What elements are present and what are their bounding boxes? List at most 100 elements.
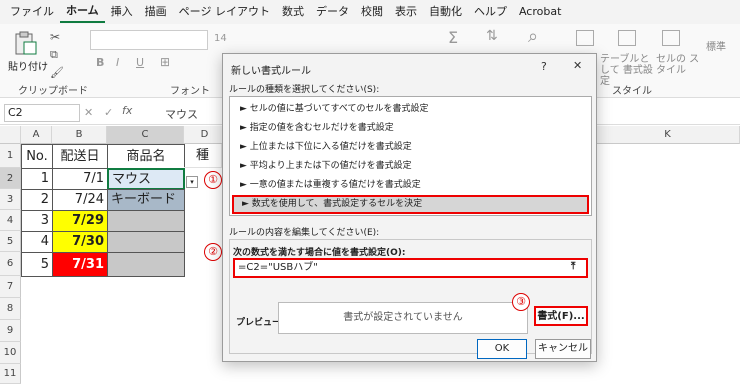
menu-acrobat[interactable]: Acrobat: [513, 0, 567, 24]
autosum-icon[interactable]: Σ: [448, 28, 458, 47]
formula-rule-input[interactable]: =C2="USBハブ": [233, 258, 588, 278]
cell-style-label[interactable]: セルの スタイル: [656, 54, 700, 76]
cell-b6[interactable]: 7/31: [52, 252, 108, 277]
rule-item[interactable]: ► 上位または下位に入る値だけを書式設定: [232, 138, 589, 157]
menu-formulas[interactable]: 数式: [276, 0, 310, 24]
cut-icon[interactable]: ✂: [50, 30, 60, 44]
rule-item[interactable]: ► 一意の値または重複する値だけを書式設定: [232, 176, 589, 195]
row-header[interactable]: 5: [0, 231, 21, 252]
font-group-label: フォント: [170, 86, 210, 97]
number-format-box[interactable]: 標準: [706, 38, 726, 53]
underline-button[interactable]: U: [136, 56, 144, 69]
help-button[interactable]: ?: [541, 60, 547, 73]
font-name-box[interactable]: [90, 30, 208, 50]
bold-button[interactable]: B: [96, 56, 104, 69]
name-box[interactable]: C2: [4, 104, 80, 122]
borders-icon[interactable]: ⊞: [160, 55, 170, 69]
cell-b3[interactable]: 7/24: [52, 189, 108, 211]
row-header[interactable]: 4: [0, 210, 21, 231]
rule-description-panel: 次の数式を満たす場合に値を書式設定(O): =C2="USBハブ" ⤒ プレビュ…: [229, 239, 592, 354]
row-header[interactable]: 6: [0, 252, 21, 276]
cell-c6[interactable]: [107, 252, 185, 277]
step-marker-1: ①: [204, 171, 222, 189]
autofill-options-icon[interactable]: ▾: [186, 176, 198, 188]
rule-item[interactable]: ► 平均より上または下の値だけを書式設定: [232, 157, 589, 176]
row-header[interactable]: 11: [0, 364, 21, 384]
menu-help[interactable]: ヘルプ: [468, 0, 513, 24]
cell-b2[interactable]: 7/1: [52, 168, 108, 190]
row-header[interactable]: 9: [0, 320, 21, 342]
rule-item[interactable]: ► 指定の値を含むセルだけを書式設定: [232, 119, 589, 138]
clipboard-group-label: クリップボード: [18, 86, 88, 97]
menu-insert[interactable]: 挿入: [105, 0, 139, 24]
cell-c5[interactable]: [107, 231, 185, 253]
row-header[interactable]: 2: [0, 168, 21, 189]
paste-icon[interactable]: [12, 30, 38, 56]
close-icon[interactable]: ✕: [573, 59, 582, 72]
menu-automate[interactable]: 自動化: [423, 0, 468, 24]
cell-b5[interactable]: 7/30: [52, 231, 108, 253]
formula-label: 次の数式を満たす場合に値を書式設定(O):: [233, 248, 406, 258]
cell-a5[interactable]: 4: [21, 231, 53, 253]
cell-c4[interactable]: [107, 210, 185, 232]
cell-a1[interactable]: No.: [21, 144, 53, 169]
row-header[interactable]: 8: [0, 298, 21, 320]
cell-a3[interactable]: 2: [21, 189, 53, 211]
font-size-box[interactable]: 14: [214, 33, 227, 44]
cancel-button[interactable]: キャンセル: [535, 339, 591, 359]
table-format-icon[interactable]: [618, 30, 636, 46]
menu-review[interactable]: 校閲: [355, 0, 389, 24]
copy-icon[interactable]: ⧉: [50, 48, 58, 62]
rule-type-label: ルールの種類を選択してください(S):: [229, 85, 380, 95]
column-header-b[interactable]: B: [52, 126, 107, 144]
paste-label[interactable]: 貼り付け: [8, 58, 48, 73]
rule-type-list: ► セルの値に基づいてすべてのセルを書式設定 ► 指定の値を含むセルだけを書式設…: [229, 96, 592, 216]
step-marker-3: ③: [512, 293, 530, 311]
column-header-a[interactable]: A: [21, 126, 52, 144]
row-header[interactable]: 7: [0, 276, 21, 298]
formula-input[interactable]: マウス: [165, 106, 198, 122]
style-group-label: スタイル: [612, 86, 652, 97]
dialog-title: 新しい書式ルール: [231, 66, 311, 77]
menu-page-layout[interactable]: ページ レイアウト: [173, 0, 276, 24]
cancel-icon[interactable]: ✕: [84, 106, 93, 119]
cell-a4[interactable]: 3: [21, 210, 53, 232]
cell-c1[interactable]: 商品名: [107, 144, 185, 169]
cell-c2[interactable]: マウス: [107, 168, 185, 190]
enter-icon[interactable]: ✓: [104, 106, 113, 119]
cell-a6[interactable]: 5: [21, 252, 53, 277]
cell-style-icon[interactable]: [662, 30, 680, 46]
cell-b1[interactable]: 配送日: [52, 144, 108, 169]
cell-a2[interactable]: 1: [21, 168, 53, 190]
row-header[interactable]: 10: [0, 342, 21, 364]
format-painter-icon[interactable]: 🖌: [50, 66, 64, 79]
new-format-rule-dialog: 新しい書式ルール ? ✕ ルールの種類を選択してください(S): ► セルの値に…: [222, 53, 597, 362]
cell-b4[interactable]: 7/29: [52, 210, 108, 232]
conditional-format-icon[interactable]: [576, 30, 594, 46]
rule-item[interactable]: ► セルの値に基づいてすべてのセルを書式設定: [232, 100, 589, 119]
column-header-k[interactable]: K: [596, 126, 740, 144]
row-header[interactable]: 3: [0, 189, 21, 210]
cell-d1[interactable]: 種: [184, 144, 222, 168]
collapse-dialog-icon[interactable]: ⤒: [571, 261, 575, 272]
select-all-corner[interactable]: [0, 126, 21, 144]
cell-c3[interactable]: キーボード: [107, 189, 185, 211]
rule-item-selected[interactable]: ► 数式を使用して、書式設定するセルを決定: [232, 195, 589, 214]
fx-button[interactable]: fx: [122, 104, 132, 117]
menu-draw[interactable]: 描画: [139, 0, 173, 24]
menu-file[interactable]: ファイル: [4, 0, 60, 24]
italic-button[interactable]: I: [116, 56, 119, 69]
menu-data[interactable]: データ: [310, 0, 355, 24]
row-header[interactable]: 1: [0, 144, 21, 168]
ok-button[interactable]: OK: [477, 339, 527, 359]
column-header-d[interactable]: D: [184, 126, 226, 144]
format-button[interactable]: 書式(F)...: [534, 306, 588, 326]
menu-home[interactable]: ホーム: [60, 1, 105, 23]
preview-box: 書式が設定されていません: [278, 302, 528, 334]
menu-view[interactable]: 表示: [389, 0, 423, 24]
find-icon[interactable]: ⌕: [528, 26, 538, 47]
edit-rule-label: ルールの内容を編集してください(E):: [229, 228, 380, 238]
column-header-c[interactable]: C: [107, 126, 184, 144]
sort-filter-icon[interactable]: ⇅: [486, 28, 498, 44]
step-marker-2: ②: [204, 243, 222, 261]
